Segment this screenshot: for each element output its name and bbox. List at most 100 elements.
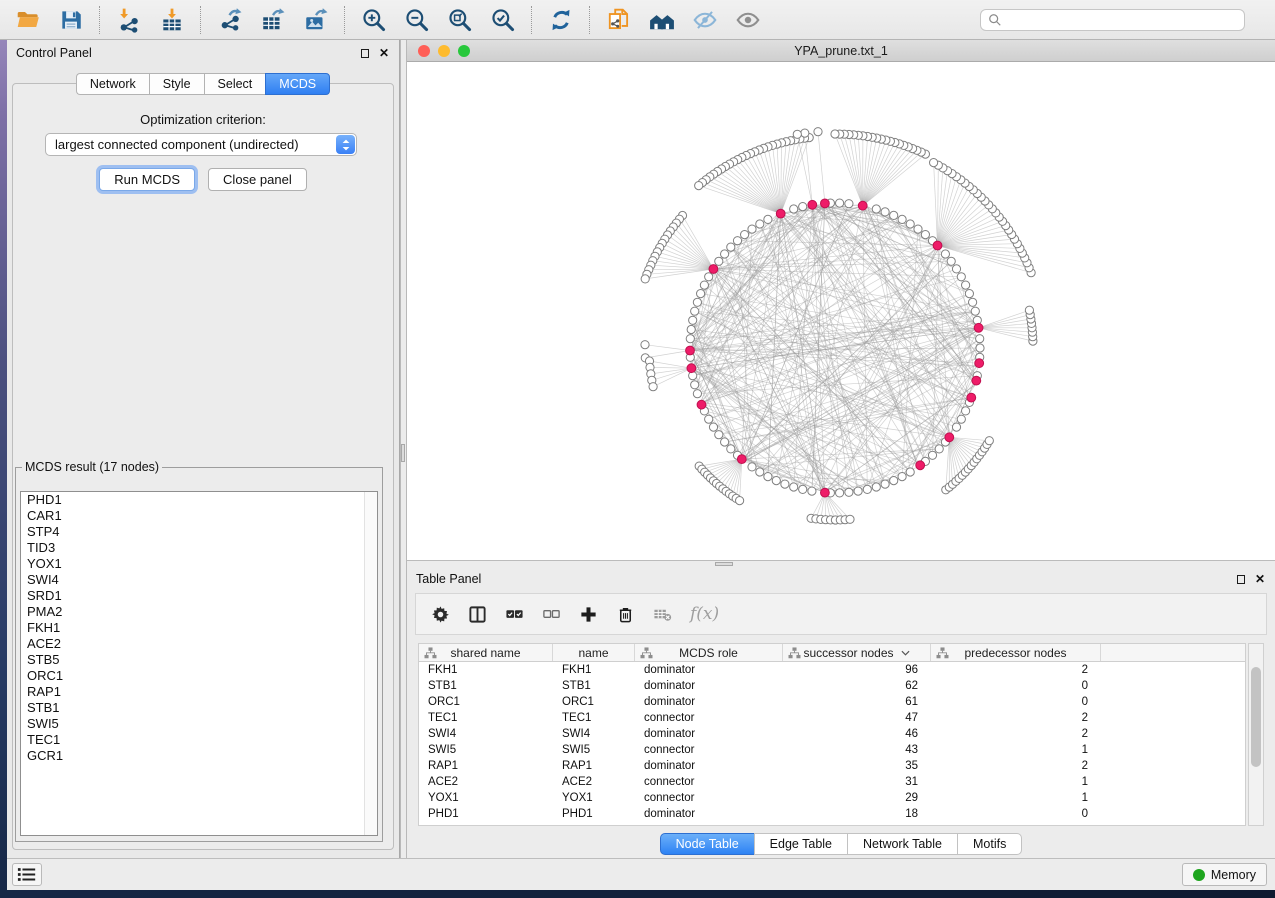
table-cell: 35 (783, 760, 931, 772)
table-row[interactable]: TEC1TEC1connector472 (419, 710, 1245, 726)
table-row[interactable]: FKH1FKH1dominator962 (419, 662, 1245, 678)
status-bar: Memory (7, 858, 1275, 890)
mcds-result-item[interactable]: PHD1 (21, 492, 377, 508)
column-header-successor-nodes[interactable]: successor nodes (783, 644, 931, 661)
mcds-result-item[interactable]: TID3 (21, 540, 377, 556)
import-table-button[interactable] (150, 4, 193, 36)
splitter-grip[interactable] (401, 444, 405, 462)
column-header-label: shared name (450, 646, 520, 660)
close-panel-button[interactable]: Close panel (208, 168, 307, 191)
mcds-result-item[interactable]: SWI4 (21, 572, 377, 588)
run-mcds-button[interactable]: Run MCDS (99, 168, 195, 191)
show-columns-button[interactable] (468, 605, 487, 624)
mcds-result-item[interactable]: TEC1 (21, 732, 377, 748)
table-row[interactable]: YOX1YOX1connector291 (419, 790, 1245, 806)
delete-column-button[interactable] (616, 605, 635, 624)
search-input[interactable] (1007, 11, 1244, 29)
close-panel-icon[interactable]: ✕ (379, 47, 389, 59)
tab-network-table[interactable]: Network Table (847, 833, 957, 855)
column-header-predecessor-nodes[interactable]: predecessor nodes (931, 644, 1101, 661)
table-row[interactable]: SWI5SWI5connector431 (419, 742, 1245, 758)
tab-motifs[interactable]: Motifs (957, 833, 1022, 855)
import-table-icon (159, 7, 185, 33)
horizontal-splitter[interactable] (407, 560, 1275, 567)
table-cell: ACE2 (419, 776, 553, 788)
first-neighbors-button[interactable] (640, 4, 683, 36)
export-table-button[interactable] (251, 4, 294, 36)
refresh-layout-button[interactable] (539, 4, 582, 36)
import-network-button[interactable] (107, 4, 150, 36)
mcds-result-item[interactable]: CAR1 (21, 508, 377, 524)
tab-mcds[interactable]: MCDS (265, 73, 330, 95)
tab-edge-table[interactable]: Edge Table (754, 833, 847, 855)
table-row[interactable]: STB1STB1dominator620 (419, 678, 1245, 694)
table-row[interactable]: SWI4SWI4dominator462 (419, 726, 1245, 742)
table-cell: FKH1 (553, 664, 635, 676)
mcds-result-item[interactable]: STB5 (21, 652, 377, 668)
mcds-result-item[interactable]: FKH1 (21, 620, 377, 636)
select-all-button[interactable] (505, 605, 524, 624)
node-table: shared name name MCDS role successor nodesp… (418, 643, 1246, 826)
memory-button[interactable]: Memory (1182, 863, 1267, 886)
table-row[interactable]: PHD1PHD1dominator180 (419, 806, 1245, 822)
mcds-result-item[interactable]: SRD1 (21, 588, 377, 604)
close-panel-icon[interactable]: ✕ (1255, 573, 1265, 585)
tab-select[interactable]: Select (204, 73, 266, 95)
mcds-result-item[interactable]: GCR1 (21, 748, 377, 764)
new-column-button[interactable] (579, 605, 598, 624)
mcds-result-title: MCDS result (17 nodes) (22, 460, 162, 474)
zoom-in-button[interactable] (352, 4, 395, 36)
mcds-result-item[interactable]: RAP1 (21, 684, 377, 700)
mcds-list-scrollbar[interactable] (364, 492, 377, 835)
table-cell: PHD1 (553, 808, 635, 820)
hide-selected-button[interactable] (683, 4, 726, 36)
toolbar-separator (531, 6, 532, 34)
mcds-result-item[interactable]: SWI5 (21, 716, 377, 732)
task-history-button[interactable] (12, 863, 42, 886)
tab-network[interactable]: Network (76, 73, 149, 95)
float-panel-icon[interactable] (1237, 575, 1245, 584)
open-file-button[interactable] (6, 4, 49, 36)
show-all-button[interactable] (726, 4, 769, 36)
mcds-result-item[interactable]: ORC1 (21, 668, 377, 684)
table-row[interactable]: ORC1ORC1dominator610 (419, 694, 1245, 710)
table-scrollbar-thumb[interactable] (1251, 667, 1261, 767)
tab-node-table[interactable]: Node Table (660, 833, 754, 855)
splitter-grip[interactable] (715, 562, 733, 566)
column-header-MCDS-role[interactable]: MCDS role (635, 644, 783, 661)
column-header-name[interactable]: name (553, 644, 635, 661)
table-cell: TEC1 (553, 712, 635, 724)
deselect-all-icon (542, 605, 561, 624)
network-canvas[interactable] (407, 62, 1275, 560)
column-header-label: MCDS role (679, 646, 738, 660)
zoom-fit-button[interactable] (438, 4, 481, 36)
table-scrollbar[interactable] (1248, 643, 1264, 826)
network-window-titlebar[interactable]: YPA_prune.txt_1 (407, 40, 1275, 62)
mcds-result-item[interactable]: STP4 (21, 524, 377, 540)
tab-style[interactable]: Style (149, 73, 204, 95)
zoom-selected-button[interactable] (481, 4, 524, 36)
deselect-all-button[interactable] (542, 605, 561, 624)
export-image-button[interactable] (294, 4, 337, 36)
main-toolbar (0, 0, 1275, 40)
mcds-result-item[interactable]: ACE2 (21, 636, 377, 652)
mcds-result-list[interactable]: PHD1CAR1STP4TID3YOX1SWI4SRD1PMA2FKH1ACE2… (20, 491, 378, 836)
mcds-result-item[interactable]: PMA2 (21, 604, 377, 620)
table-row[interactable]: ACE2ACE2connector311 (419, 774, 1245, 790)
search-box[interactable] (980, 9, 1245, 31)
criterion-select[interactable]: largest connected component (undirected) (45, 133, 357, 156)
table-options-button[interactable] (431, 605, 450, 624)
float-panel-icon[interactable] (361, 49, 369, 58)
function-builder-button: f(x) (690, 604, 719, 624)
mcds-result-item[interactable]: STB1 (21, 700, 377, 716)
zoom-out-button[interactable] (395, 4, 438, 36)
mcds-result-item[interactable]: YOX1 (21, 556, 377, 572)
duplicate-network-button[interactable] (597, 4, 640, 36)
table-row[interactable]: RAP1RAP1dominator352 (419, 758, 1245, 774)
export-network-button[interactable] (208, 4, 251, 36)
vertical-splitter[interactable] (400, 40, 407, 858)
column-header-shared-name[interactable]: shared name (419, 644, 553, 661)
hide-selected-icon (692, 7, 718, 33)
save-session-button[interactable] (49, 4, 92, 36)
show-columns-icon (468, 605, 487, 624)
